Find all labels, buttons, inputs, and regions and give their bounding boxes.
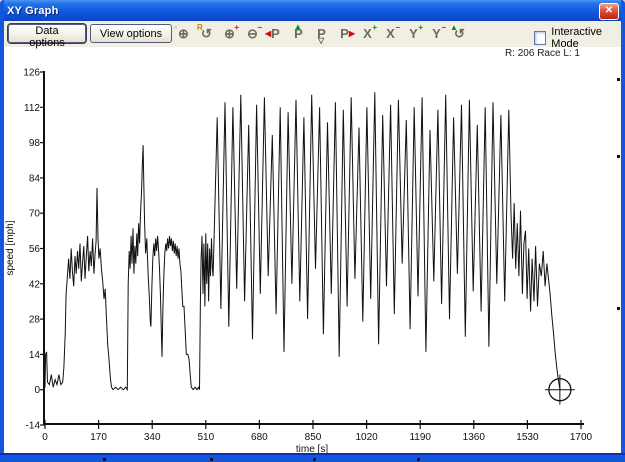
y-tick-label: 70: [29, 209, 41, 220]
window-border-left: [0, 0, 4, 462]
view-options-button[interactable]: View options: [90, 24, 172, 43]
autoscale-icon[interactable]: ↺ ▲: [450, 24, 469, 44]
xy-graph-window: -14 0 14 28 42 56 70 84 98 112 126 0 170 340 510 680 850…: [0, 0, 625, 462]
border-tick-mark: [617, 307, 620, 310]
data-options-button[interactable]: Data options: [8, 24, 86, 49]
window-title: XY Graph: [7, 4, 59, 17]
y-tick-label: 112: [24, 103, 40, 114]
y-tick-label: 28: [29, 315, 41, 326]
y-tick-label: 84: [29, 173, 41, 184]
border-tick-mark: [617, 155, 620, 158]
close-button[interactable]: ✕: [599, 3, 619, 20]
y-tick-label: 56: [29, 244, 41, 255]
y-axis-shrink-icon[interactable]: Y −: [427, 24, 446, 44]
prev-point-icon[interactable]: P ◀: [265, 24, 285, 44]
zoom-to-rectangle-icon[interactable]: ⊕ ▫: [174, 24, 193, 44]
x-tick-label: 1190: [409, 432, 431, 443]
y-tick-label: 0: [34, 385, 40, 396]
checkbox-box[interactable]: [534, 31, 547, 45]
interactive-mode-checkbox[interactable]: Interactive Mode: [534, 26, 621, 50]
x-tick-label: 170: [90, 432, 107, 443]
cursor-crosshair[interactable]: [544, 374, 575, 405]
y-tick-label: 14: [29, 350, 41, 361]
flag-down-icon[interactable]: P ▽: [312, 24, 331, 45]
x-axis-shrink-icon[interactable]: X −: [381, 24, 400, 44]
zoom-out-icon[interactable]: ⊖ −: [243, 24, 262, 44]
y-tick-label: 42: [29, 279, 41, 290]
toolbar: Data options View options ⊕ ▫ ↺ R ⊕ + ⊖ − P ◀ P ▲ P ▽…: [4, 21, 621, 50]
icon-bar: ⊕ ▫ ↺ R ⊕ + ⊖ − P ◀ P ▲ P ▽ P ▶ X + X − Y + Y − ↺ ▲: [174, 23, 469, 45]
y-axis-expand-icon[interactable]: Y +: [404, 24, 423, 44]
x-tick-label: 680: [251, 432, 268, 443]
x-tick-label: 1360: [463, 432, 486, 443]
x-tick-label: 1020: [355, 432, 378, 443]
x-tick-label: 340: [144, 432, 161, 443]
title-bar[interactable]: XY Graph ✕: [0, 0, 625, 21]
chart-canvas[interactable]: -140142842567084981121260 170 340 510 680 850…: [0, 0, 625, 462]
flag-up-icon[interactable]: P ▲: [289, 23, 308, 44]
border-tick-mark: [103, 458, 106, 461]
close-icon: ✕: [604, 5, 614, 16]
next-point-icon[interactable]: P ▶: [335, 24, 355, 44]
y-tick-label: 98: [29, 138, 41, 149]
checkbox-label: Interactive Mode: [551, 26, 603, 50]
x-tick-label: 1700: [570, 432, 593, 443]
border-tick-mark: [210, 458, 213, 461]
reset-zoom-icon[interactable]: ↺ R: [197, 24, 216, 44]
y-axis-title: speed [mph]: [5, 220, 16, 275]
border-tick-mark: [617, 78, 620, 81]
x-axis-expand-icon[interactable]: X +: [358, 24, 377, 44]
window-border-right[interactable]: [621, 0, 625, 462]
border-tick-mark: [313, 458, 316, 461]
x-tick-label: 850: [305, 432, 322, 443]
y-tick-label: -14: [26, 421, 41, 432]
zoom-in-icon[interactable]: ⊕ +: [220, 24, 239, 44]
x-tick-label: 0: [42, 432, 48, 443]
border-tick-mark: [417, 458, 420, 461]
x-tick-label: 510: [197, 432, 214, 443]
speed-trace: [44, 92, 561, 392]
x-tick-label: 1530: [516, 432, 539, 443]
y-tick-label: 126: [23, 68, 40, 79]
